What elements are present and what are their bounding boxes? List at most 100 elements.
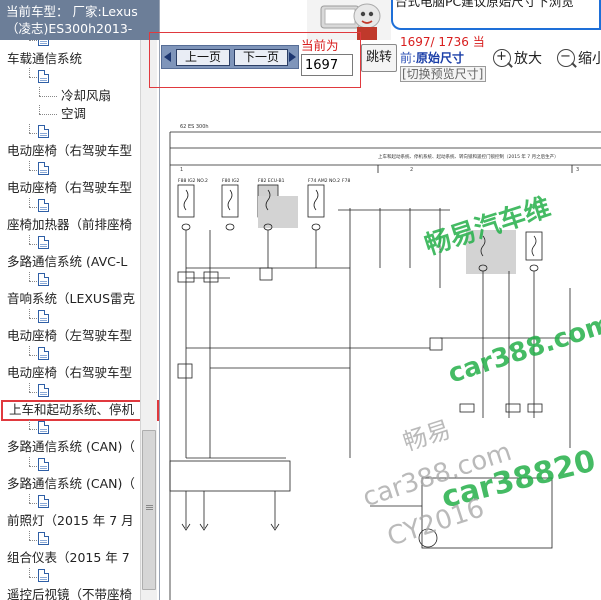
tree-connector: [29, 493, 30, 503]
tree-item-label: 多路通信系统 (CAN)（: [7, 439, 135, 454]
tree-item[interactable]: 前照灯（2015 年 7 月: [0, 512, 140, 531]
document-icon: [38, 236, 49, 249]
model-tree: 车载通信系统 冷却风扇 空调 电动座椅（右驾驶车型 电动座椅（右驾驶车型 座椅加热器（前排…: [0, 31, 159, 600]
fuse-label: F78: [342, 178, 350, 184]
document-icon: [38, 199, 49, 212]
document-icon: [38, 384, 49, 397]
tree-connector: [29, 354, 37, 356]
tree-doc-node[interactable]: [0, 382, 140, 402]
toggle-preview-size-button[interactable]: [切换预览尺寸]: [400, 66, 486, 82]
tree-item[interactable]: 组合仪表（2015 年 7: [0, 549, 140, 568]
tree-connector: [29, 132, 37, 134]
tree-item[interactable]: 座椅加热器（前排座椅: [0, 216, 140, 235]
tree-connector: [29, 123, 30, 133]
tree-doc-node[interactable]: [0, 419, 140, 439]
tree-doc-node[interactable]: [0, 345, 140, 365]
tree-item[interactable]: 多路通信系统 (CAN)（: [0, 438, 140, 457]
tree-item[interactable]: 电动座椅（右驾驶车型: [0, 179, 140, 198]
tree-item[interactable]: 遥控后视镜（不带座椅: [0, 586, 140, 600]
wiring-diagram-viewer[interactable]: F88 IG2 NO.2 F80 IG2 F82 ECU-B1 F74 AM2 NO.…: [160, 88, 601, 600]
tree-item-label: 冷却风扇: [61, 87, 112, 103]
tree-doc-node[interactable]: [0, 197, 140, 217]
tree-connector: [29, 428, 37, 430]
page-number-input[interactable]: [301, 54, 353, 76]
section-number: 2: [410, 167, 413, 173]
tree-connector: [29, 40, 37, 41]
current-model-header: 当前车型： 厂家:Lexus（凌志)ES300h2013-2017: [0, 0, 159, 40]
tree-item[interactable]: 电动座椅（左驾驶车型: [0, 327, 140, 346]
tree-item[interactable]: 空调: [0, 105, 140, 124]
tree-connector: [29, 317, 37, 319]
tree-item-label: 电动座椅（右驾驶车型: [7, 143, 133, 158]
tree-connector: [29, 539, 37, 541]
tree-item-label: 车载通信系统: [7, 50, 83, 66]
tree-item-label: 音响系统（LEXUS雷克: [7, 291, 136, 306]
zoom-in-icon: +: [493, 48, 511, 67]
tree-doc-node[interactable]: [0, 123, 140, 143]
tree-connector: [29, 206, 37, 208]
document-icon: [38, 310, 49, 323]
document-icon: [38, 458, 49, 471]
tree-connector: [29, 419, 30, 429]
sidebar-scrollbar[interactable]: [140, 0, 157, 600]
tree-doc-node[interactable]: [0, 530, 140, 550]
page-toolbar: 台式电脑PC建议原始尺寸下浏览 上一页 下一页 当前为 跳转 1697/ 173…: [149, 0, 601, 88]
tree-item-label: 电动座椅（右驾驶车型: [7, 365, 133, 380]
fuse-label: F80 IG2: [222, 178, 240, 184]
tree-doc-node[interactable]: [0, 456, 140, 476]
tree-item[interactable]: 多路通信系统 (AVC-L: [0, 253, 140, 272]
tree-connector: [29, 68, 30, 77]
document-icon: [38, 532, 49, 545]
scroll-thumb[interactable]: [142, 430, 156, 590]
tree-connector: [29, 160, 30, 170]
tree-connector: [29, 308, 30, 318]
tree-doc-node[interactable]: [0, 271, 140, 291]
tree-item-label: 上车和起动系统、停机: [9, 402, 135, 417]
next-page-button[interactable]: 下一页: [234, 49, 288, 66]
tree-connector: [29, 567, 30, 577]
size-prefix: 前:: [400, 51, 417, 65]
tree-item[interactable]: 电动座椅（右驾驶车型: [0, 142, 140, 161]
tree-doc-node[interactable]: [0, 308, 140, 328]
tree-item-label: 电动座椅（左驾驶车型: [7, 328, 133, 343]
tree-item[interactable]: 多路通信系统 (CAN)（: [0, 475, 140, 494]
tree-item[interactable]: 音响系统（LEXUS雷克: [0, 290, 140, 309]
tree-connector: [39, 114, 57, 115]
grip-icon: [146, 505, 153, 506]
zoom-out-button[interactable]: − 缩小: [557, 48, 601, 68]
tree-item[interactable]: 电动座椅（右驾驶车型: [0, 364, 140, 383]
tree-doc-node[interactable]: [0, 160, 140, 180]
tree-connector: [29, 530, 30, 540]
tree-connector: [29, 77, 37, 78]
tree-item-selected[interactable]: 上车和起动系统、停机: [1, 400, 159, 421]
section-number: 1: [180, 167, 183, 173]
zoom-in-label: 放大: [514, 51, 542, 67]
tree-connector: [29, 456, 30, 466]
jump-button[interactable]: 跳转: [361, 44, 397, 72]
tree-doc-node[interactable]: [0, 68, 140, 87]
zoom-in-button[interactable]: + 放大: [493, 48, 542, 68]
tree-connector: [29, 271, 30, 281]
zoom-out-symbol: −: [560, 48, 571, 64]
tree-sidebar: 车载通信系统 冷却风扇 空调 电动座椅（右驾驶车型 电动座椅（右驾驶车型 座椅加热器（前排…: [0, 0, 160, 600]
zoom-out-icon: −: [557, 48, 575, 67]
page-nav-panel: 上一页 下一页: [161, 45, 299, 69]
tree-connector: [29, 345, 30, 355]
tree-connector: [29, 391, 37, 393]
tree-connector: [29, 382, 30, 392]
current-size-line: 前:原始尺寸: [400, 49, 464, 66]
zoom-in-symbol: +: [496, 48, 507, 64]
document-icon: [38, 125, 49, 138]
tree-item[interactable]: 冷却风扇: [0, 86, 140, 106]
tree-item-label: 组合仪表（2015 年 7: [7, 550, 130, 565]
tree-item[interactable]: 车载通信系统: [0, 50, 140, 69]
diagram-title: 上车和起动系统、停机系统、起动系统、转向锁和遥控门锁控制（2015 年 7 月之…: [378, 153, 559, 160]
tree-doc-node[interactable]: [0, 234, 140, 254]
tree-item-label: 电动座椅（右驾驶车型: [7, 180, 133, 195]
tree-doc-node[interactable]: [0, 493, 140, 513]
tree-connector: [29, 197, 30, 207]
tree-item-label: 多路通信系统 (CAN)（: [7, 476, 135, 491]
prev-page-button[interactable]: 上一页: [176, 49, 230, 66]
tree-connector: [39, 105, 40, 114]
tree-doc-node[interactable]: [0, 567, 140, 587]
